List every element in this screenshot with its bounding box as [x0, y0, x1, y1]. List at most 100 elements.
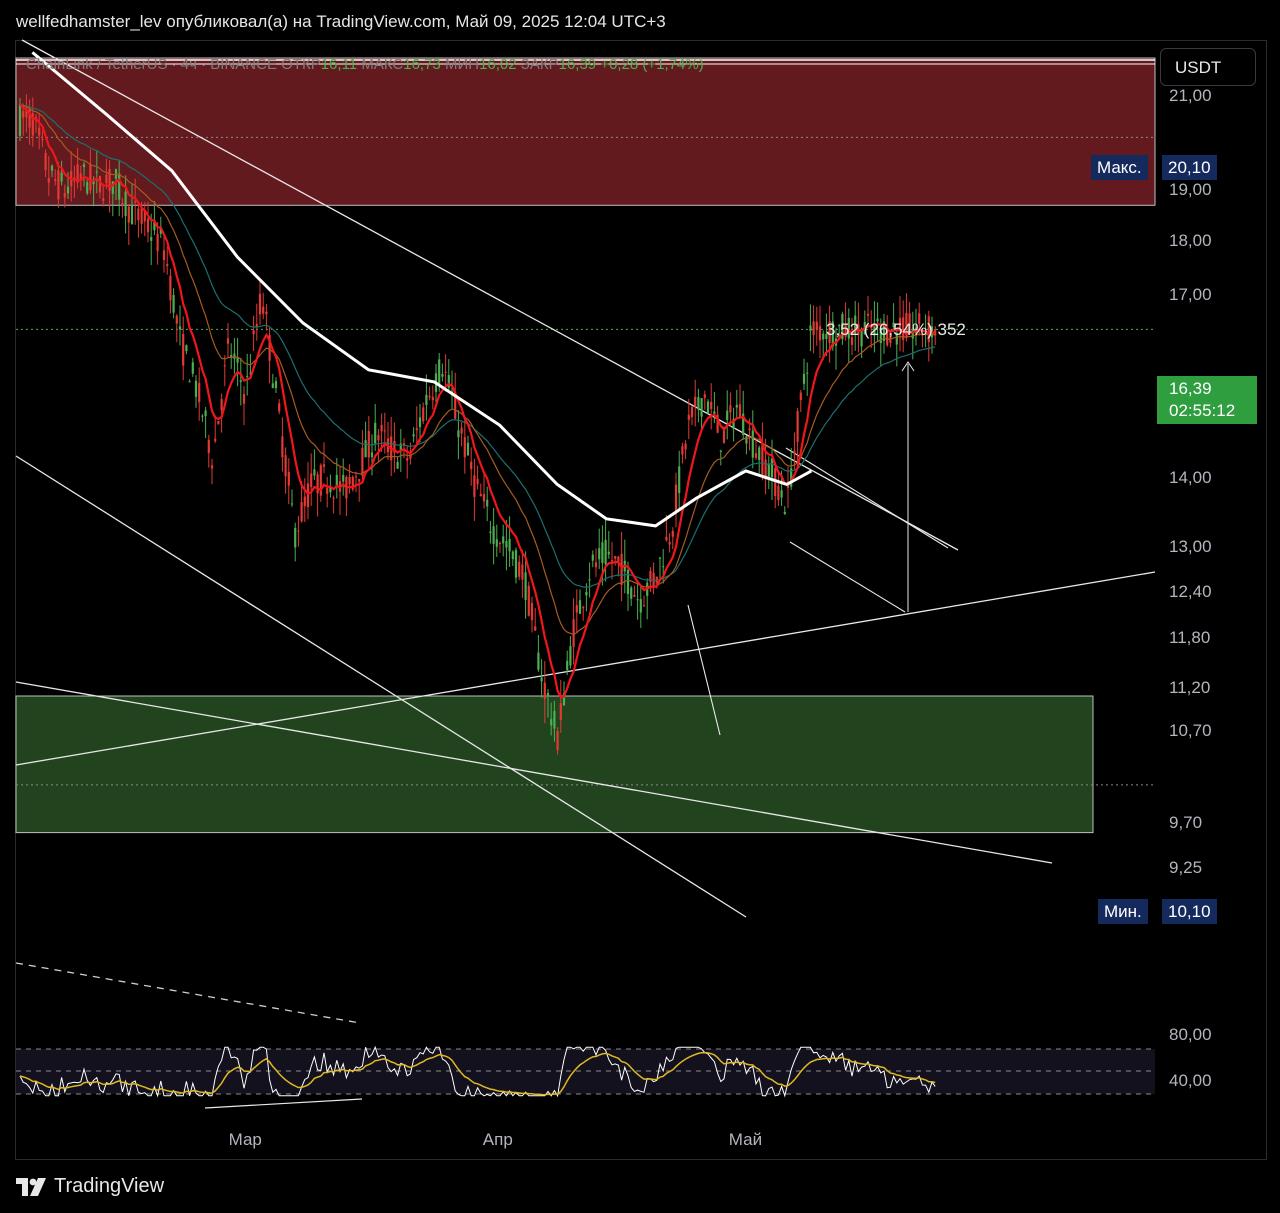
candle-body [521, 564, 524, 580]
candle-body [105, 174, 108, 184]
candle-body [441, 373, 444, 377]
candle-body [57, 170, 60, 200]
candle-body [687, 414, 690, 420]
candle-body [713, 411, 716, 414]
candle-body [210, 465, 214, 469]
candle-body [546, 692, 550, 697]
price-tick-label: 18,00 [1169, 231, 1212, 251]
measurement-label: 3,52 (26,54%) 352 [826, 320, 966, 339]
candle-body [559, 703, 562, 720]
candle-body [569, 646, 572, 666]
candle-body [425, 394, 428, 406]
candle-body [777, 486, 780, 501]
candle-body [639, 599, 642, 613]
candle-body [194, 380, 198, 397]
price-tick-label: 11,80 [1169, 628, 1211, 648]
price-tick-label: 19,00 [1169, 180, 1212, 200]
price-tick-label: 12,40 [1169, 581, 1212, 601]
time-tick-label: Апр [482, 1130, 513, 1149]
candle-body [287, 471, 290, 486]
tradingview-logo-icon [16, 1177, 46, 1196]
candle-body [799, 392, 802, 401]
candle-body [223, 365, 226, 367]
candle-body [697, 397, 700, 410]
candle-body [751, 430, 754, 458]
price-chart[interactable] [0, 0, 1280, 1213]
candle-body [614, 556, 617, 559]
candle-body [383, 430, 386, 432]
candle-body [348, 476, 351, 485]
candle-body [162, 250, 166, 260]
candle-body [258, 293, 262, 315]
candle-body [431, 396, 434, 401]
candle-body [226, 338, 230, 344]
candle-body [239, 380, 242, 382]
candle-body [530, 603, 534, 621]
candle-body [726, 410, 729, 420]
candle-body [18, 104, 22, 136]
candle-body [457, 430, 460, 438]
candle-body [783, 511, 786, 514]
candle-body [703, 394, 706, 398]
candle-body [486, 499, 489, 507]
price-tick-label: 17,00 [1169, 284, 1212, 304]
candle-body [582, 607, 585, 609]
high-value: 16,73 [403, 56, 441, 73]
candle-body [50, 165, 54, 171]
candle-body [396, 462, 399, 469]
candle-body [54, 179, 57, 181]
zones-layer [15, 57, 1156, 834]
candle-body [626, 570, 630, 594]
candle-body [796, 411, 799, 443]
candle-body [300, 501, 303, 522]
candle-body [489, 531, 492, 534]
rsi-divergence-line [204, 1098, 363, 1109]
candle-body [377, 434, 380, 441]
candle-body [572, 619, 575, 647]
candle-body [364, 440, 367, 458]
candle-body [415, 428, 418, 431]
candle-body [601, 542, 604, 563]
candle-body [633, 594, 636, 597]
candle-body [303, 496, 306, 507]
symbol-label: ChainLink / TetherUS · 4ч · BINANCE [26, 56, 277, 73]
candle-body [809, 325, 812, 331]
footer-brand[interactable]: TradingView [16, 1175, 164, 1198]
candle-body [566, 660, 569, 671]
candle-body [274, 381, 278, 389]
time-tick-label: Мар [228, 1130, 262, 1149]
candle-body [201, 415, 204, 417]
currency-button[interactable]: USDT [1160, 48, 1256, 86]
candle-body [674, 484, 678, 513]
candle-body [342, 474, 345, 482]
low-marker-label: Мин. [1098, 899, 1148, 924]
candle-body [233, 353, 236, 359]
last-price-tag: 16,39 02:55:12 [1157, 376, 1257, 424]
candle-body [204, 410, 207, 417]
candle-body [767, 464, 770, 477]
candle-body [706, 401, 710, 414]
candle-body [735, 404, 738, 408]
price-tick-label: 9,70 [1169, 812, 1203, 832]
candle-body [118, 173, 121, 200]
candle-body [594, 562, 598, 568]
candle-body [271, 383, 274, 388]
candle-body [95, 171, 98, 173]
change-value: +0,28 (+1,74%) [600, 56, 704, 73]
candle-body [684, 443, 687, 450]
candle-body [412, 434, 415, 437]
candle-body [470, 461, 473, 470]
candle-body [406, 458, 409, 461]
high-label: МАКС [361, 56, 404, 73]
candle-body [630, 587, 633, 599]
candle-body [534, 626, 537, 631]
candle-body [604, 539, 607, 565]
candle-body [121, 202, 124, 205]
candle-body [438, 359, 441, 385]
candle-body [335, 474, 338, 487]
candle-body [610, 560, 614, 562]
low-value: 16,02 [479, 56, 517, 73]
candle-body [662, 566, 665, 568]
candle-body [754, 453, 758, 458]
candle-body [361, 447, 364, 476]
